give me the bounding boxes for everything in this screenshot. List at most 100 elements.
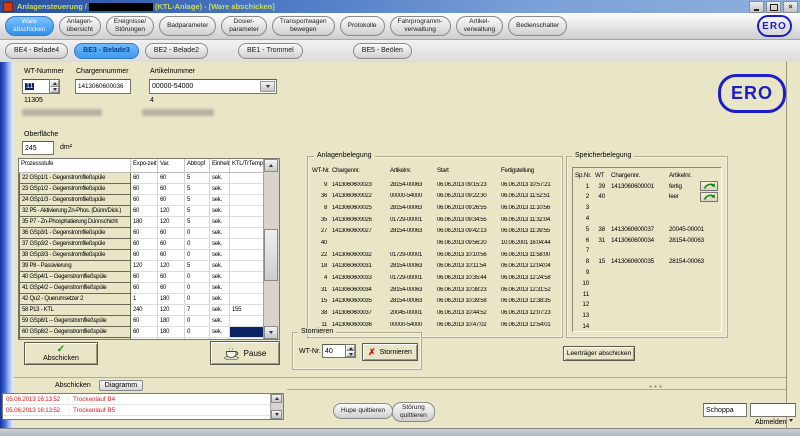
process-cell[interactable] (230, 250, 264, 261)
process-cell[interactable]: 120 (158, 261, 185, 272)
process-cell[interactable]: sek. (210, 283, 230, 294)
wt-nummer-stepper[interactable]: 11 (22, 79, 60, 94)
process-cell[interactable]: 60 (158, 195, 185, 206)
process-cell[interactable]: 5 (185, 217, 210, 228)
wt-spin-down-icon[interactable] (50, 87, 59, 94)
process-cell[interactable]: 0 (185, 250, 210, 261)
process-cell[interactable]: sek. (210, 305, 230, 316)
process-cell[interactable]: sek. (210, 184, 230, 195)
process-cell[interactable] (230, 261, 264, 272)
toolbar-button[interactable]: Dosier- parameter (221, 16, 267, 36)
stornieren-wt-input[interactable]: 40 (322, 344, 345, 358)
process-cell[interactable]: 120 (158, 217, 185, 228)
bottom-tab[interactable]: Abschicken (55, 382, 91, 389)
process-cell[interactable]: sek. (210, 327, 230, 338)
process-cell[interactable]: sek. (210, 294, 230, 305)
toolbar-button[interactable]: Transportwagen bewegen (272, 16, 335, 36)
toolbar-button[interactable]: Anlagen- übersicht (59, 16, 101, 36)
return-carrier-button[interactable] (700, 181, 718, 191)
process-cell[interactable] (230, 217, 264, 228)
process-cell[interactable]: 60 (131, 283, 158, 294)
process-cell[interactable]: sek. (210, 261, 230, 272)
process-cell[interactable]: 60 (131, 228, 158, 239)
scroll-down-icon[interactable] (264, 326, 278, 339)
station-tab[interactable]: BE2 - Belade2 (145, 43, 208, 59)
process-cell[interactable]: 180 (158, 327, 185, 338)
process-cell[interactable] (230, 173, 264, 184)
process-cell[interactable]: 35 P7 - Zn-Phosphatierung Dünnschicht (19, 217, 131, 228)
toolbar-button[interactable]: Ware abschicken (5, 16, 54, 36)
process-cell[interactable]: 5 (185, 184, 210, 195)
process-cell[interactable]: sek. (210, 228, 230, 239)
process-cell[interactable]: sek. (210, 272, 230, 283)
process-cell[interactable]: 32 P5 - Aktivierung Zn-Phos. (Dünn/Dick.… (19, 206, 131, 217)
process-cell[interactable]: 5 (185, 206, 210, 217)
process-cell[interactable] (230, 272, 264, 283)
chevron-down-icon[interactable] (260, 81, 275, 92)
bottom-tab[interactable]: Diagramm (99, 380, 143, 391)
toolbar-button[interactable]: Ereignisse/ Störungen (106, 16, 154, 36)
stornieren-button[interactable]: ✗ Stornieren (362, 343, 418, 361)
process-cell[interactable]: 60 (158, 173, 185, 184)
abmelden-menu[interactable]: Abmelden (755, 419, 787, 426)
station-tab[interactable]: BE3 - Belade3 (74, 43, 139, 59)
artikelnummer-combobox[interactable]: 00000-54000 (149, 79, 277, 94)
process-cell[interactable]: 60 (131, 272, 158, 283)
process-cell[interactable] (230, 228, 264, 239)
scroll-down-icon[interactable] (271, 410, 282, 419)
user-field[interactable]: Schoppa (703, 403, 747, 417)
close-icon[interactable]: × (783, 1, 798, 13)
process-cell[interactable]: 60 (158, 272, 185, 283)
station-tab[interactable]: BE1 - Trommel (238, 43, 303, 59)
process-table-scrollbar[interactable] (263, 159, 279, 339)
splitter[interactable] (287, 389, 786, 390)
process-cell[interactable]: 1 (131, 294, 158, 305)
process-cell[interactable] (230, 184, 264, 195)
process-cell[interactable]: sek. (210, 250, 230, 261)
process-cell[interactable]: sek. (210, 239, 230, 250)
process-cell[interactable]: 120 (158, 305, 185, 316)
leertraeger-button[interactable]: Leerträger abschicken (563, 346, 635, 361)
process-cell[interactable]: 0 (185, 316, 210, 327)
return-carrier-button[interactable] (700, 192, 718, 202)
process-cell[interactable]: 5 (185, 195, 210, 206)
process-cell[interactable]: 60 (158, 283, 185, 294)
event-log-scrollbar[interactable] (270, 394, 283, 419)
process-cell[interactable] (230, 338, 264, 340)
process-cell[interactable]: 23 GSp1/2 - Gegenstromfließspüle (19, 184, 131, 195)
toolbar-button[interactable]: Badparameter (159, 16, 216, 36)
process-cell[interactable]: 240 (131, 305, 158, 316)
process-cell[interactable] (230, 327, 264, 338)
process-cell[interactable]: 60 (131, 184, 158, 195)
station-tab[interactable]: BE4 - Belade4 (5, 43, 68, 59)
process-cell[interactable]: 60 (131, 316, 158, 327)
splitter-grip-icon[interactable] (648, 385, 662, 388)
process-cell[interactable]: 7 (185, 305, 210, 316)
process-cell[interactable]: sek. (210, 316, 230, 327)
process-cell[interactable]: 58 P13 - KTL (19, 305, 131, 316)
toolbar-button[interactable]: Fahrprogramm- verwaltung (390, 16, 451, 36)
process-cell[interactable]: 60 (158, 228, 185, 239)
process-cell[interactable]: 41 GSp4/2 – Gegenstromfließspüle (19, 283, 131, 294)
process-cell[interactable] (230, 206, 264, 217)
process-cell[interactable]: 60 (131, 327, 158, 338)
process-cell[interactable]: 38 GSp3/3 - Gegenstromfließspüle (19, 250, 131, 261)
process-cell[interactable]: 5 (185, 173, 210, 184)
process-cell[interactable] (185, 338, 210, 340)
storno-spin-down-icon[interactable] (346, 351, 355, 357)
process-cell[interactable]: 180 (158, 316, 185, 327)
process-cell[interactable] (230, 239, 264, 250)
process-cell[interactable]: 59 GSp8/1 – Gegenstromfließspüle (19, 316, 131, 327)
process-cell[interactable]: 24 GSp1/3 - Gegenstromfließspüle (19, 195, 131, 206)
process-cell[interactable]: 60 (131, 195, 158, 206)
process-cell[interactable] (158, 338, 185, 340)
toolbar-button[interactable]: Bedienschalter (508, 16, 567, 36)
process-cell[interactable]: 60 (131, 206, 158, 217)
process-cell[interactable]: 5 (185, 261, 210, 272)
process-cell[interactable] (131, 338, 158, 340)
process-cell[interactable]: 60 GSp8/2 – Gegenstromfließspüle (19, 327, 131, 338)
chargennummer-input[interactable]: 1413060600036 (75, 79, 131, 94)
pause-button[interactable]: Pause (210, 341, 280, 365)
process-cell[interactable]: 37 GSp3/2 - Gegenstromfließspüle (19, 239, 131, 250)
oberflaeche-input[interactable]: 245 (22, 141, 54, 155)
